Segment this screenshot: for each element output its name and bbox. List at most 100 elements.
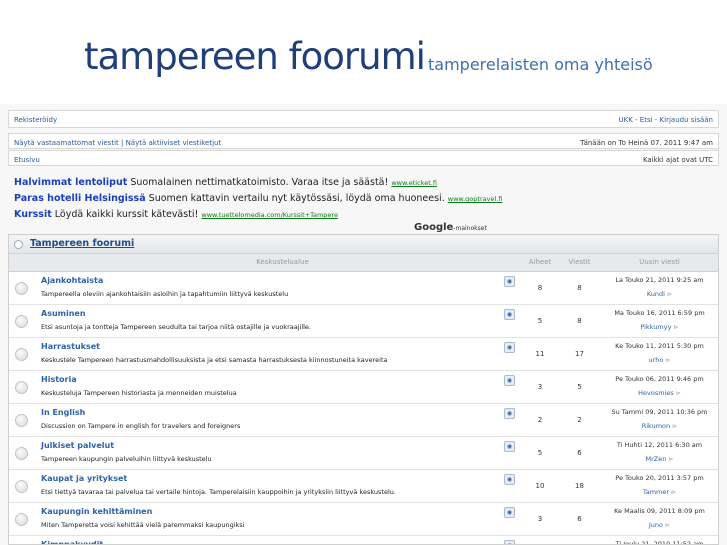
ad-text: Suomalainen nettimatkatoimisto. Varaa it…: [130, 177, 389, 188]
table-row[interactable]: Kaupat ja yritykset Etsi tiettyä tavaraa …: [9, 470, 718, 503]
forum-status-icon: [15, 414, 28, 427]
forum-description: Miten Tamperetta voisi kehittää vielä pa…: [41, 521, 245, 529]
site-header: tampereen foorumi tamperelaisten oma yht…: [0, 0, 727, 104]
user-links[interactable]: UKK - Etsi - Kirjaudu sisään: [619, 116, 713, 124]
ad-item[interactable]: Paras hotelli Helsingissä Suomen kattavi…: [14, 193, 714, 209]
timezone-info: Kaikki ajat ovat UTC: [642, 156, 713, 164]
go-to-post-icon: ⊳: [665, 357, 671, 364]
ad-item[interactable]: Kurssit Löydä kaikki kurssit kätevästi! …: [14, 209, 714, 225]
category-header: Tampereen foorumi: [9, 235, 718, 254]
site-logo[interactable]: tampereen foorumi: [84, 35, 426, 78]
table-row[interactable]: Historia Keskusteluja Tampereen historias…: [9, 371, 718, 404]
table-row[interactable]: Ajankohtaista Tampereella oleviin ajankoh…: [9, 272, 718, 305]
forum-name[interactable]: Julkiset palvelut: [41, 441, 114, 450]
last-post-user[interactable]: MrZen ⊳: [601, 455, 718, 463]
last-post-date: Ke Touko 11, 2011 5:30 pm: [615, 342, 704, 350]
forum-status-icon: [15, 480, 28, 493]
category-title[interactable]: Tampereen foorumi: [30, 238, 134, 249]
go-to-post-icon: ⊳: [672, 423, 678, 430]
rss-icon[interactable]: ◉: [504, 309, 515, 320]
ad-url: www.eticket.fi: [391, 179, 437, 187]
col-topics: Aiheet: [528, 258, 552, 266]
ad-title: Halvimmat lentoliput: [14, 177, 128, 188]
rss-icon[interactable]: ◉: [504, 375, 515, 386]
rss-icon[interactable]: ◉: [504, 441, 515, 452]
forum-name[interactable]: Kaupat ja yritykset: [41, 474, 127, 483]
forum-status-icon: [15, 381, 28, 394]
post-count: 6: [577, 515, 582, 523]
forum-name[interactable]: Kaupungin kehittäminen: [41, 507, 152, 516]
ad-url: www.goptravel.fi: [447, 195, 503, 203]
ad-url: www.tuettelomedia.com/Kurssit+Tampere: [201, 211, 338, 219]
topic-count: 5: [537, 449, 543, 457]
forum-description: Tampereen kaupungin palveluihin liittyvä…: [41, 455, 212, 463]
forum-description: Tampereella oleviin ajankohtaisiin asioi…: [41, 290, 289, 298]
topic-count: 5: [537, 317, 543, 325]
ad-title: Paras hotelli Helsingissä: [14, 193, 146, 204]
go-to-post-icon: ⊳: [668, 456, 674, 463]
forum-name[interactable]: Kimppakyydit: [41, 540, 103, 544]
last-post-user[interactable]: Hevosmies ⊳: [601, 389, 718, 397]
google-ads-label[interactable]: Google-mainokset: [414, 222, 487, 233]
table-row[interactable]: Kimppakyydit ◉ Ti Joulu 21, 2010 11:52 am: [9, 536, 718, 545]
ad-block: Halvimmat lentoliput Suomalainen nettima…: [14, 177, 714, 225]
post-count: 2: [577, 416, 582, 424]
post-count: 18: [575, 482, 584, 490]
forum-name[interactable]: Asuminen: [41, 309, 86, 318]
topic-count: 8: [537, 284, 543, 292]
table-row[interactable]: Kaupungin kehittäminen Miten Tamperetta v…: [9, 503, 718, 536]
view-posts-links[interactable]: Näytä vastaamattomat viestit | Näytä akt…: [14, 139, 221, 147]
post-count: 8: [577, 284, 582, 292]
breadcrumb-home[interactable]: Etusivu: [14, 156, 40, 164]
rss-icon[interactable]: ◉: [504, 342, 515, 353]
forum-description: Etsi tiettyä tavaraa tai palvelua tai ve…: [41, 488, 396, 496]
last-post-date: Su Tammi 09, 2011 10:36 pm: [611, 408, 708, 416]
table-row[interactable]: Julkiset palvelut Tampereen kaupungin pal…: [9, 437, 718, 470]
last-post-user[interactable]: Rikumon ⊳: [601, 422, 718, 430]
last-post-user[interactable]: urho ⊳: [601, 356, 718, 364]
rss-icon[interactable]: ◉: [504, 507, 515, 518]
rss-icon[interactable]: ◉: [504, 408, 515, 419]
ad-text: Suomen kattavin vertailu nyt käytössäsi,…: [148, 193, 445, 204]
forum-description: Keskusteluja Tampereen historiasta ja me…: [41, 389, 237, 397]
forum-name[interactable]: In English: [41, 408, 85, 417]
forum-description: Keskustele Tampereen harrastusmahdollisu…: [41, 356, 388, 364]
top-bar: Rekisteröidy UKK - Etsi - Kirjaudu sisää…: [8, 110, 719, 128]
last-post-date: Ti Joulu 21, 2010 11:52 am: [615, 540, 704, 545]
topic-count: 10: [535, 482, 545, 490]
last-post-date: Ma Touko 16, 2011 6:59 pm: [614, 309, 705, 317]
forum-table: Tampereen foorumi Keskustelualue Aiheet …: [8, 234, 719, 545]
last-post-user[interactable]: Juno ⊳: [601, 521, 718, 529]
rss-icon[interactable]: ◉: [504, 276, 515, 287]
forum-description: Discussion on Tampere in english for tra…: [41, 422, 241, 430]
forum-name[interactable]: Historia: [41, 375, 77, 384]
forum-status-icon: [15, 282, 28, 295]
last-post-date: Ke Maalis 09, 2011 8:09 pm: [614, 507, 705, 515]
table-header: Keskustelualue Aiheet Viestit Uusin vies…: [9, 254, 718, 272]
table-row[interactable]: In English Discussion on Tampere in engli…: [9, 404, 718, 437]
forum-name[interactable]: Ajankohtaista: [41, 276, 103, 285]
post-count: 5: [577, 383, 582, 391]
topic-count: 11: [535, 350, 545, 358]
collapse-icon[interactable]: [14, 240, 23, 249]
ad-text: Löydä kaikki kurssit kätevästi!: [54, 209, 199, 220]
rss-icon[interactable]: ◉: [504, 540, 515, 544]
last-post-user[interactable]: Pikkumyy ⊳: [601, 323, 718, 331]
last-post-user[interactable]: Tammer ⊳: [601, 488, 718, 496]
forum-status-icon: [15, 447, 28, 460]
table-row[interactable]: Asuminen Etsi asuntoja ja tontteja Tamper…: [9, 305, 718, 338]
col-posts: Viestit: [568, 258, 591, 266]
ad-item[interactable]: Halvimmat lentoliput Suomalainen nettima…: [14, 177, 714, 193]
forum-name[interactable]: Harrastukset: [41, 342, 100, 351]
topic-count: 3: [537, 515, 543, 523]
site-tagline: tamperelaisten oma yhteisö: [428, 55, 653, 74]
last-post-user[interactable]: Kundi ⊳: [601, 290, 718, 298]
last-post-date: Pe Touko 20, 2011 3:57 pm: [615, 474, 704, 482]
post-count: 8: [577, 317, 582, 325]
forum-status-icon: [15, 315, 28, 328]
register-link[interactable]: Rekisteröidy: [14, 116, 57, 124]
table-row[interactable]: Harrastukset Keskustele Tampereen harrast…: [9, 338, 718, 371]
last-post-date: La Touko 21, 2011 9:25 am: [615, 276, 704, 284]
rss-icon[interactable]: ◉: [504, 474, 515, 485]
post-count: 17: [575, 350, 584, 358]
